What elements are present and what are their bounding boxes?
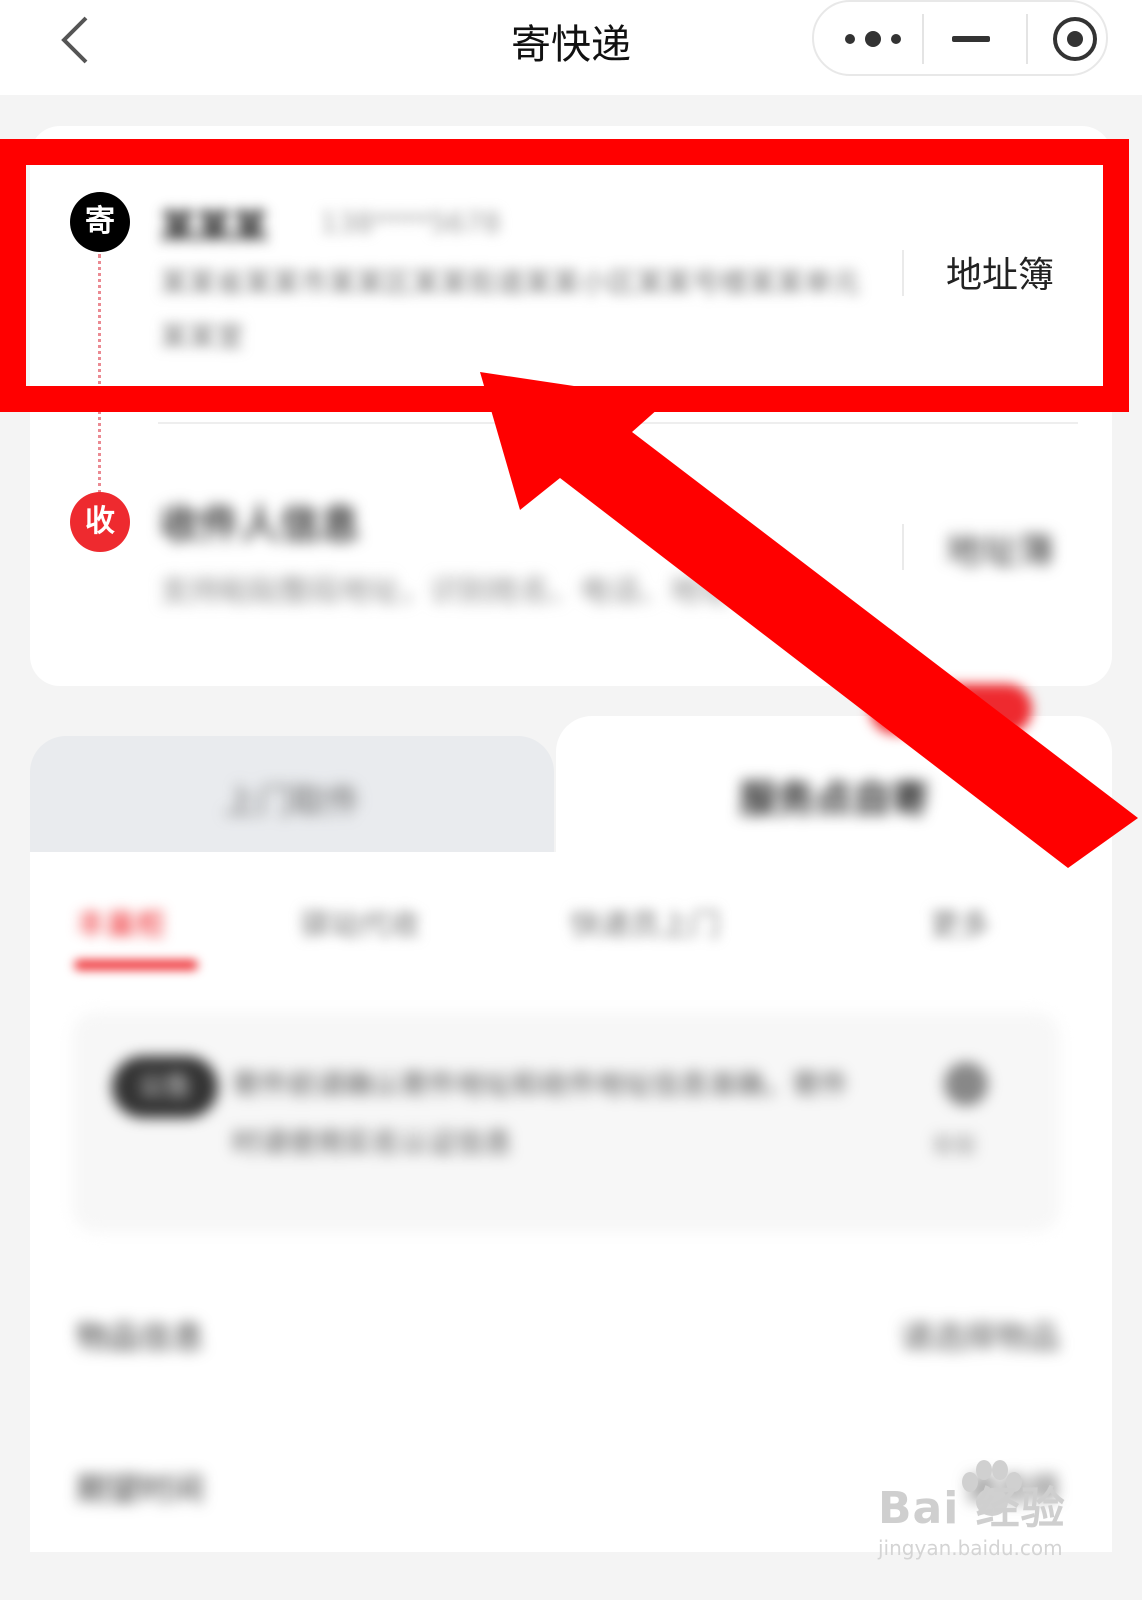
nav-bar: 寄快递 (0, 0, 1142, 95)
divider (902, 524, 904, 570)
item-info-value[interactable]: 请选择物品 (900, 1312, 1060, 1358)
recipient-badge: 收 (70, 492, 130, 552)
service-panel: 丰巢柜 驿站代收 快递员上门 更多 公告 寄件前请确认寄件地址和收件地址信息准确… (30, 852, 1112, 1552)
capsule-divider (922, 14, 924, 64)
notice-text: 寄件前请确认寄件地址和收件地址信息准确，寄件时请使用实名认证信息 (232, 1068, 849, 1159)
subtab-more[interactable]: 更多 (930, 900, 990, 944)
divider (902, 250, 904, 296)
divider (158, 422, 1078, 424)
service-icon-label: 客服 (932, 1134, 977, 1159)
watermark-url: jingyan.baidu.com (878, 1536, 1063, 1560)
tab-self-send[interactable]: 服务点自寄 (556, 716, 1112, 852)
sender-badge: 寄 (70, 192, 130, 252)
sender-phone: 138****5678 (320, 206, 501, 239)
subtab[interactable]: 快递员上门 (570, 900, 720, 944)
address-card: 寄 某某某 138****5678 某某省某某市某某区某某街道某某小区某某号楼某… (30, 126, 1112, 686)
promo-badge (870, 684, 1032, 734)
recipient-address-book-link[interactable]: 地址簿 (946, 522, 1054, 574)
tab-pickup-label: 上门取件 (224, 782, 360, 822)
minimize-icon[interactable] (950, 22, 992, 56)
subtab-active[interactable]: 丰巢柜 (76, 900, 166, 944)
notice-box[interactable]: 公告 寄件前请确认寄件地址和收件地址信息准确，寄件时请使用实名认证信息 客服 (72, 1012, 1060, 1232)
item-info-label: 物品信息 (76, 1318, 205, 1356)
close-target-icon[interactable] (1050, 14, 1100, 64)
subtab-underline (74, 960, 198, 970)
watermark-logo: Bai 经验 (878, 1483, 1066, 1534)
recipient-title[interactable]: 收件人信息 (160, 492, 360, 550)
more-icon[interactable] (840, 22, 906, 56)
service-icon[interactable] (944, 1062, 988, 1106)
sender-address[interactable]: 某某省某某市某某区某某街道某某小区某某号楼某某单元某某室 (160, 256, 860, 364)
tab-pickup[interactable]: 上门取件 (30, 736, 554, 852)
connector-line (98, 254, 101, 494)
time-label: 期望时间 (76, 1470, 205, 1508)
tab-self-send-label: 服务点自寄 (738, 777, 929, 821)
sender-address-book-link[interactable]: 地址簿 (946, 246, 1054, 298)
mini-program-capsule (812, 0, 1108, 76)
sender-name[interactable]: 某某某 (160, 198, 268, 250)
recipient-hint: 支持粘贴整段地址，识别姓名、电话、地址 (160, 574, 730, 609)
capsule-divider (1026, 14, 1028, 64)
subtab[interactable]: 驿站代收 (300, 900, 420, 944)
notice-tag: 公告 (112, 1056, 218, 1118)
watermark: Bai 经验 jingyan.baidu.com (878, 1460, 1088, 1582)
